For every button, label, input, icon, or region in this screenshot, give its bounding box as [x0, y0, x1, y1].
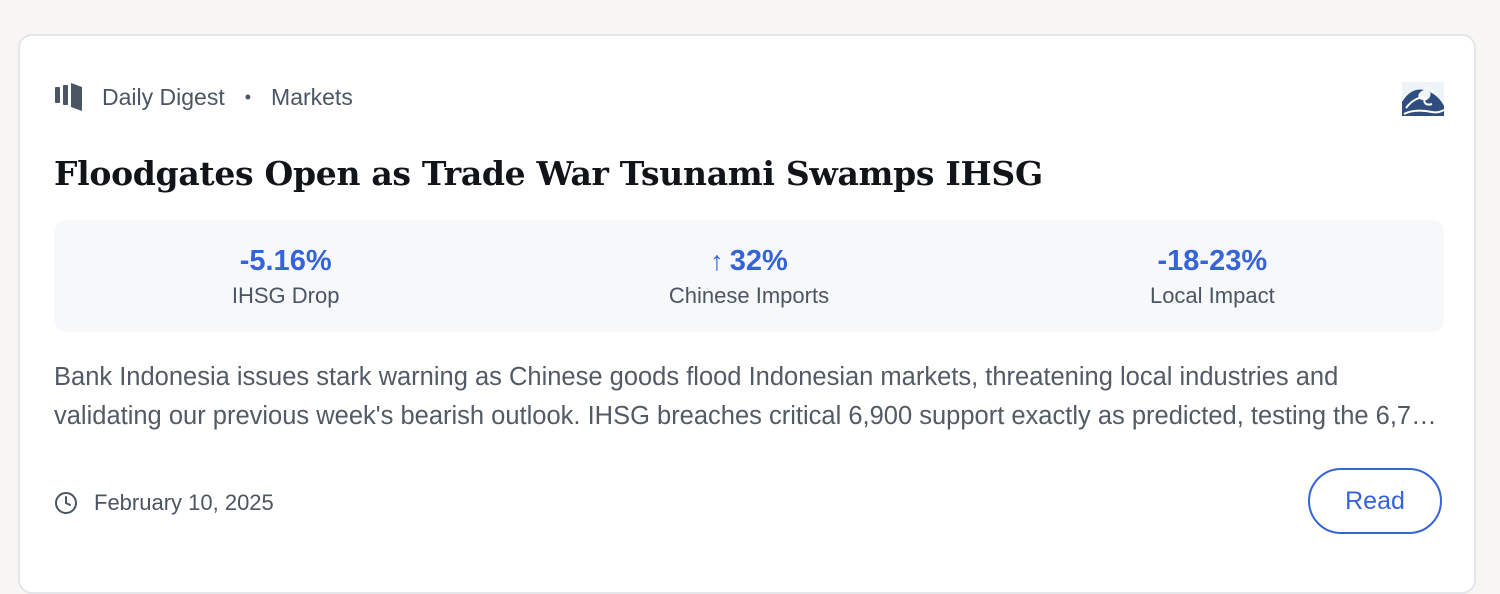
- article-card[interactable]: Daily Digest • Markets Floodgates Open a…: [18, 34, 1476, 594]
- stat-chinese-imports: ↑ 32% Chinese Imports: [517, 220, 980, 332]
- stats-panel: -5.16% IHSG Drop ↑ 32% Chinese Imports -…: [54, 220, 1444, 332]
- stat-value: -18-23%: [1157, 245, 1268, 277]
- arrow-up-icon: ↑: [710, 246, 724, 276]
- article-summary: Bank Indonesia issues stark warning as C…: [54, 363, 1440, 430]
- category-label: Markets: [271, 83, 353, 110]
- publish-date: February 10, 2025: [54, 488, 274, 518]
- read-button[interactable]: Read: [1308, 468, 1442, 534]
- stat-ihsg-drop: -5.16% IHSG Drop: [54, 220, 517, 332]
- clock-icon: [54, 491, 78, 515]
- brand-name: Daily Digest: [102, 83, 225, 110]
- article-title[interactable]: Floodgates Open as Trade War Tsunami Swa…: [54, 154, 1043, 193]
- stat-value: ↑ 32%: [710, 245, 788, 277]
- stat-label: Chinese Imports: [668, 283, 830, 308]
- date-text: February 10, 2025: [94, 490, 274, 515]
- stat-local-impact: -18-23% Local Impact: [981, 220, 1444, 332]
- stat-label: IHSG Drop: [231, 283, 340, 308]
- stat-label: Local Impact: [1149, 283, 1275, 308]
- bars-logo-icon: [54, 82, 84, 112]
- meta-separator: •: [244, 86, 252, 107]
- card-header: Daily Digest • Markets: [54, 82, 353, 112]
- stat-value: -5.16%: [239, 245, 332, 277]
- wave-icon: [1402, 82, 1445, 116]
